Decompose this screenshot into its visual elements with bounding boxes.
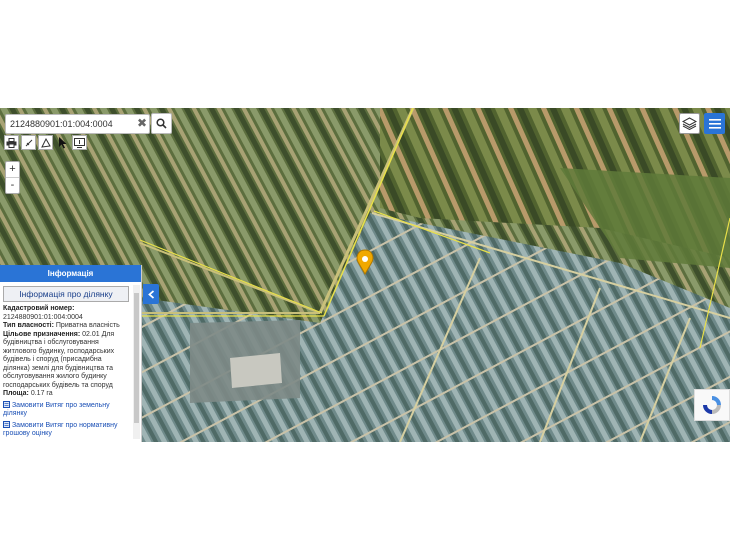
ownership-value: Приватна власність xyxy=(53,322,120,329)
menu-button[interactable] xyxy=(704,113,725,134)
pointer-icon[interactable] xyxy=(55,135,70,150)
cadastral-search-input[interactable]: 2124880901:01:004:0004 xyxy=(5,114,150,134)
layers-icon xyxy=(682,117,697,130)
hamburger-icon xyxy=(708,118,721,129)
ownership-label: Тип власності: xyxy=(3,322,54,329)
area-value: 0.17 га xyxy=(28,390,53,397)
ruler-icon[interactable] xyxy=(21,135,36,150)
zoom-control: + - xyxy=(5,161,20,194)
layers-button[interactable] xyxy=(679,113,700,134)
search-icon xyxy=(156,118,167,129)
info-panel-header: Інформація xyxy=(0,265,141,282)
info-icon[interactable] xyxy=(72,135,87,150)
zoom-out-button[interactable]: - xyxy=(6,177,19,193)
purpose-label: Цільове призначення: xyxy=(3,330,81,338)
zoom-in-button[interactable]: + xyxy=(6,162,19,177)
order-normative-label[interactable]: Замовити Витяг про нормативну грошову оц… xyxy=(3,422,117,438)
info-panel-body: Інформація про ділянку Кадастровий номер… xyxy=(0,282,141,439)
search-button[interactable] xyxy=(151,113,172,134)
map-toolbar xyxy=(4,135,87,151)
info-panel-scrollbar[interactable] xyxy=(133,285,140,439)
document-icon xyxy=(3,400,10,408)
collapse-panel-button[interactable] xyxy=(143,284,159,304)
clear-search-icon[interactable]: ✖ xyxy=(137,116,147,130)
order-extract-label[interactable]: Замовити Витяг про земельну ділянку xyxy=(3,402,110,418)
order-normative-link[interactable]: Замовити Витяг про нормативну грошову оц… xyxy=(3,420,129,439)
order-extract-link[interactable]: Замовити Витяг про земельну ділянку xyxy=(3,400,129,419)
chevron-left-icon xyxy=(147,289,154,299)
recaptcha-badge xyxy=(694,389,730,421)
cadastral-label: Кадастровий номер: xyxy=(3,305,75,312)
info-panel: Інформація Інформація про ділянку Кадаст… xyxy=(0,265,142,442)
cadastral-value: 2124880901:01:004:0004 xyxy=(3,313,83,321)
parcel-info-title[interactable]: Інформація про ділянку xyxy=(3,286,129,302)
print-icon[interactable] xyxy=(4,135,19,150)
recaptcha-icon xyxy=(703,396,721,414)
area-measure-icon[interactable] xyxy=(38,135,53,150)
document-icon xyxy=(3,420,10,428)
scrollbar-thumb[interactable] xyxy=(134,293,139,423)
purpose-value: 02.01 Для будівництва і обслуговування ж… xyxy=(3,330,115,389)
map-viewport[interactable]: 2124880901:01:004:0004 ✖ + - Інформація xyxy=(0,108,730,442)
area-label: Площа: xyxy=(3,390,29,397)
